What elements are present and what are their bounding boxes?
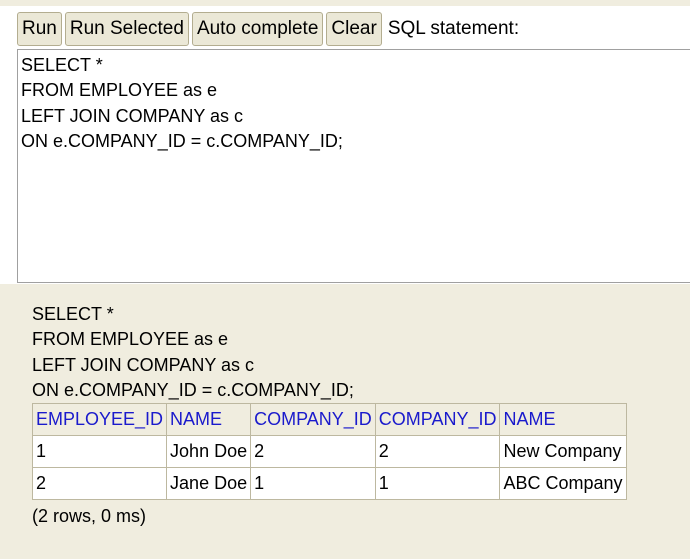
sql-statement-input[interactable]: SELECT * FROM EMPLOYEE as e LEFT JOIN CO… bbox=[17, 49, 690, 283]
column-header-company-id[interactable]: COMPANY_ID bbox=[250, 403, 376, 437]
toolbar: Run Run Selected Auto complete Clear SQL… bbox=[17, 12, 519, 46]
column-header-company-id-2[interactable]: COMPANY_ID bbox=[374, 403, 501, 437]
table-cell: 2 bbox=[250, 435, 376, 469]
result-header-row: EMPLOYEE_ID NAME COMPANY_ID COMPANY_ID N… bbox=[31, 403, 627, 437]
run-selected-button[interactable]: Run Selected bbox=[64, 12, 189, 46]
table-cell: New Company bbox=[499, 435, 627, 469]
table-row: 1 John Doe 2 2 New Company bbox=[31, 435, 627, 469]
table-cell: 1 bbox=[250, 467, 376, 501]
run-button[interactable]: Run bbox=[17, 12, 62, 46]
table-cell: ABC Company bbox=[499, 467, 627, 501]
sql-statement-label: SQL statement: bbox=[387, 18, 520, 39]
table-cell: 1 bbox=[374, 467, 501, 501]
result-status: (2 rows, 0 ms) bbox=[32, 506, 147, 527]
table-cell: John Doe bbox=[166, 435, 252, 469]
table-cell: Jane Doe bbox=[166, 467, 252, 501]
result-table: EMPLOYEE_ID NAME COMPANY_ID COMPANY_ID N… bbox=[31, 403, 627, 501]
table-cell: 2 bbox=[31, 467, 168, 501]
executed-statement: SELECT * FROM EMPLOYEE as e LEFT JOIN CO… bbox=[32, 304, 354, 400]
result-panel: SELECT * FROM EMPLOYEE as e LEFT JOIN CO… bbox=[31, 302, 672, 529]
table-row: 2 Jane Doe 1 1 ABC Company bbox=[31, 467, 627, 501]
table-cell: 2 bbox=[374, 435, 501, 469]
column-header-name-2[interactable]: NAME bbox=[499, 403, 627, 437]
clear-button[interactable]: Clear bbox=[326, 12, 382, 46]
query-panel: Run Run Selected Auto complete Clear SQL… bbox=[0, 0, 690, 284]
column-header-employee-id[interactable]: EMPLOYEE_ID bbox=[31, 403, 168, 437]
auto-complete-button[interactable]: Auto complete bbox=[191, 12, 324, 46]
table-cell: 1 bbox=[31, 435, 168, 469]
column-header-name[interactable]: NAME bbox=[166, 403, 252, 437]
